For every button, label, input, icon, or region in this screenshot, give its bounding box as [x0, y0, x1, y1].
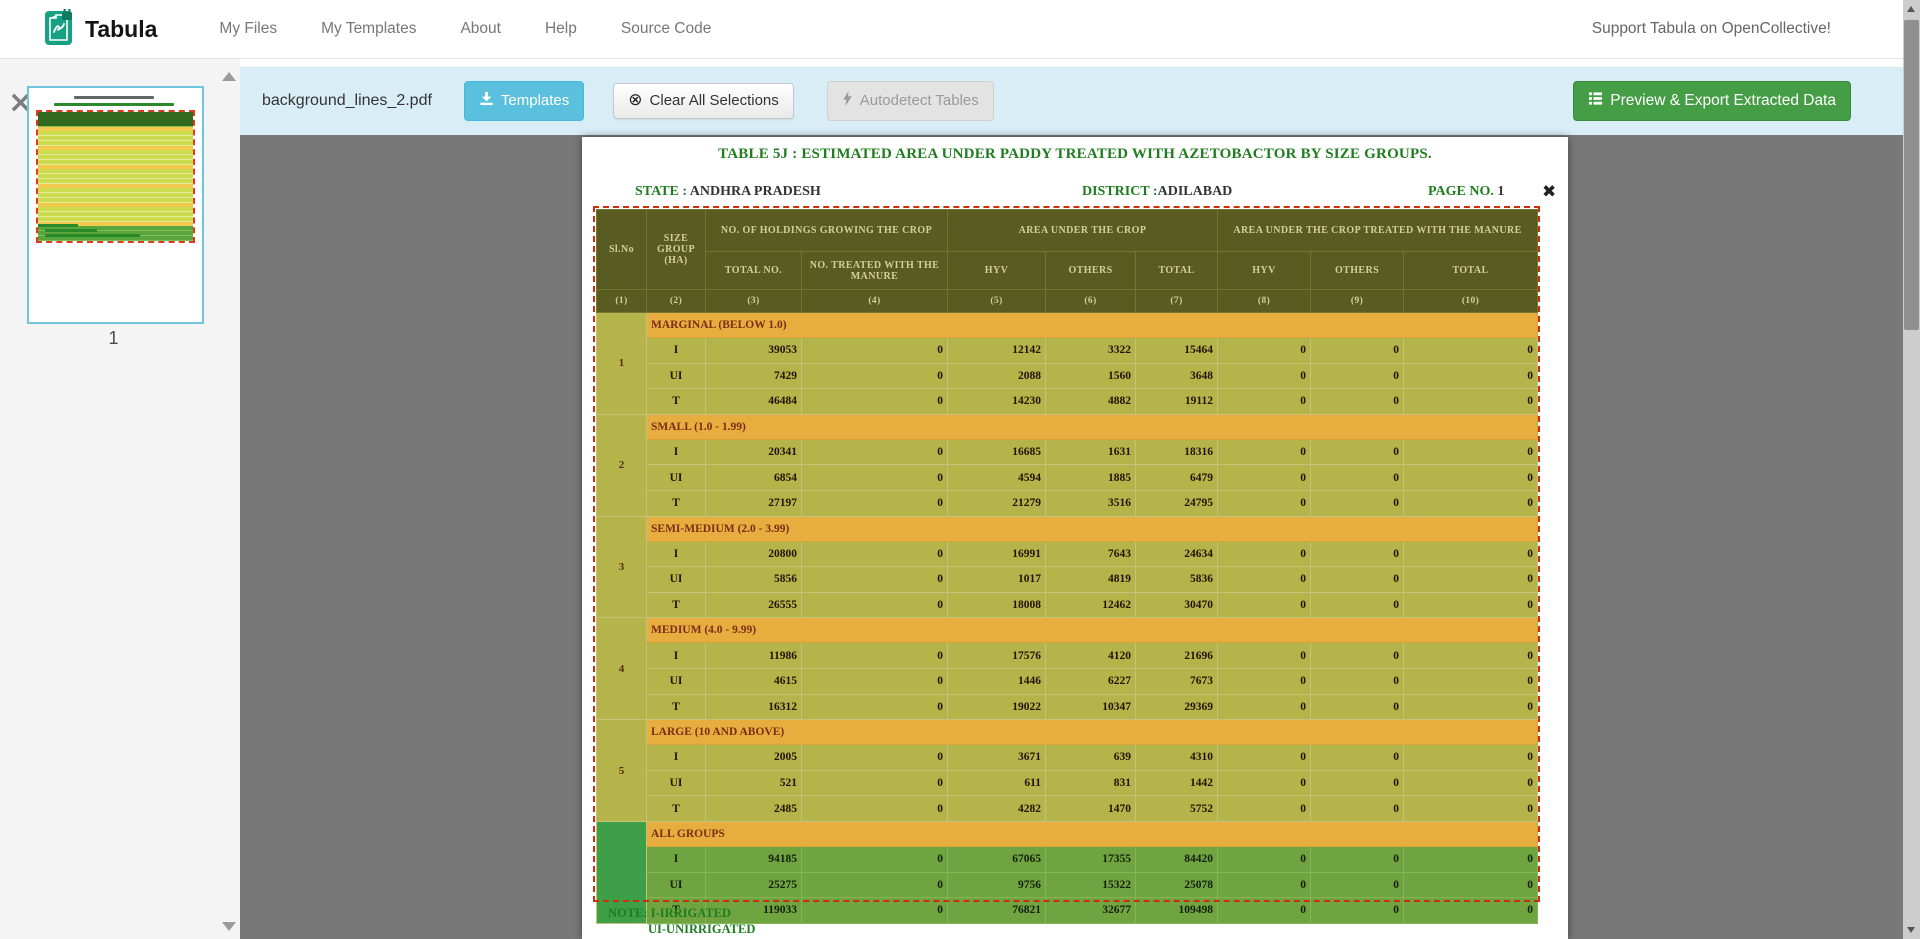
save-template-icon — [479, 91, 494, 111]
scrollbar-thumb[interactable] — [1904, 20, 1919, 330]
nav-links: My Files My Templates About Help Source … — [219, 20, 711, 38]
thumbnail-mini-table — [38, 112, 193, 241]
list-table-icon — [1588, 91, 1603, 110]
sidebar-scroll-down-icon[interactable] — [222, 922, 236, 931]
top-navbar: Tabula My Files My Templates About Help … — [0, 0, 1903, 59]
clear-all-selections-label: Clear All Selections — [650, 93, 779, 110]
pdf-table-title: TABLE 5J : ESTIMATED AREA UNDER PADDY TR… — [582, 146, 1568, 163]
table-selection-box[interactable] — [593, 206, 1540, 902]
page-no-value: 1 — [1497, 184, 1504, 199]
remove-circle-icon: ⊗ — [628, 93, 642, 108]
nav-item-about[interactable]: About — [460, 20, 501, 38]
thumbnail-data-row — [38, 236, 193, 241]
lightning-bolt-icon — [842, 91, 853, 111]
preview-export-label: Preview & Export Extracted Data — [1610, 92, 1836, 109]
autodetect-tables-button[interactable]: Autodetect Tables — [827, 81, 994, 121]
page-thumbnail[interactable] — [27, 86, 204, 324]
thumbnail-page-number: 1 — [27, 328, 200, 349]
support-link[interactable]: Support Tabula on OpenCollective! — [1592, 20, 1831, 38]
nav-item-source-code[interactable]: Source Code — [621, 20, 711, 38]
page-no-label: PAGE NO. — [1428, 184, 1494, 199]
pdf-note: NOTE: I-IRRIGATED UI-UNIRRIGATED — [608, 905, 755, 937]
nav-item-help[interactable]: Help — [545, 20, 577, 38]
thumbnail-note-line — [45, 229, 97, 232]
pdf-table-region: Sl.No SIZE GROUP (HA) NO. OF HOLDINGS GR… — [596, 209, 1537, 924]
clear-all-selections-button[interactable]: ⊗ Clear All Selections — [613, 83, 793, 120]
pdf-page[interactable]: TABLE 5J : ESTIMATED AREA UNDER PADDY TR… — [582, 137, 1568, 939]
selection-close-icon[interactable]: ✖ — [1542, 182, 1556, 202]
thumbnail-table-header — [38, 112, 193, 127]
preview-export-button[interactable]: Preview & Export Extracted Data — [1573, 81, 1851, 120]
page-thumbnail-sidebar: × 1 — [0, 58, 240, 939]
autodetect-tables-label: Autodetect Tables — [860, 93, 979, 110]
nav-item-my-files[interactable]: My Files — [219, 20, 277, 38]
state-value: ANDHRA PRADESH — [690, 184, 821, 199]
tabula-logo-icon[interactable] — [45, 9, 75, 50]
thumbnail-note-line — [38, 224, 78, 227]
thumbnail-title-line — [74, 96, 154, 99]
toolbar: background_lines_2.pdf Templates ⊗ Clear… — [240, 67, 1903, 135]
brand-title[interactable]: Tabula — [85, 16, 157, 43]
district-field: DISTRICT :ADILABAD — [1082, 184, 1232, 200]
scrollbar-down-icon[interactable] — [1903, 921, 1920, 939]
templates-button-label: Templates — [501, 93, 569, 110]
sidebar-scroll-up-icon[interactable] — [222, 72, 236, 81]
thumbnail-subtitle-line — [54, 103, 174, 106]
page-no-field: PAGE NO. 1 — [1428, 184, 1504, 200]
note-line-1: NOTE: I-IRRIGATED — [608, 905, 755, 921]
templates-button[interactable]: Templates — [464, 81, 584, 121]
nav-item-my-templates[interactable]: My Templates — [321, 20, 416, 38]
scrollbar-up-icon[interactable] — [1903, 0, 1920, 18]
window-scrollbar[interactable] — [1903, 0, 1920, 939]
state-field: STATE : ANDHRA PRADESH — [635, 184, 821, 200]
toolbar-container: background_lines_2.pdf Templates ⊗ Clear… — [240, 58, 1903, 135]
state-label: STATE : — [635, 184, 687, 199]
document-viewer: TABLE 5J : ESTIMATED AREA UNDER PADDY TR… — [240, 135, 1903, 939]
thumbnail-note-line — [45, 234, 140, 237]
document-filename: background_lines_2.pdf — [262, 92, 432, 110]
district-label: DISTRICT : — [1082, 184, 1158, 199]
note-line-2: UI-UNIRRIGATED — [648, 921, 755, 937]
district-value: ADILABAD — [1158, 184, 1233, 199]
